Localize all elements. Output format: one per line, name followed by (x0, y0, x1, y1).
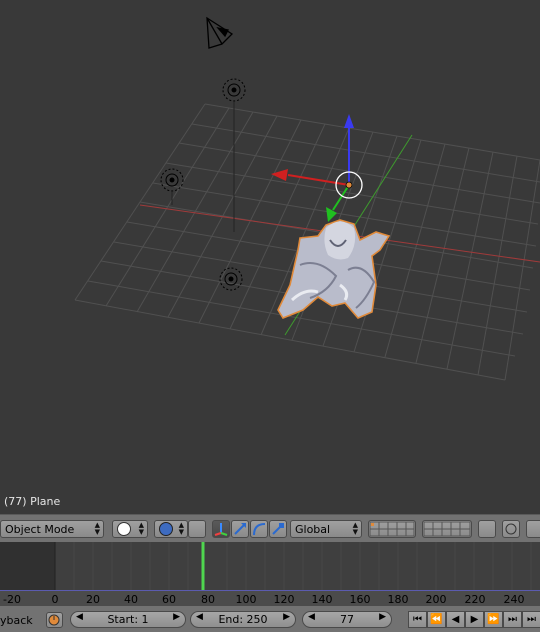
auto-keyframe-icon[interactable] (46, 612, 63, 628)
ruler-tick-label: 220 (464, 593, 486, 606)
scale-manipulator-icon[interactable] (269, 520, 287, 538)
ruler-tick-label: 80 (201, 593, 215, 606)
prev-keyframe-icon: ⏪ (430, 614, 443, 625)
timeline-track (0, 542, 532, 590)
ruler-tick-label: 200 (425, 593, 447, 606)
lamp-icon[interactable] (219, 267, 243, 291)
updown-arrows-icon: ▲ ▼ (138, 521, 144, 536)
timeline-area[interactable] (0, 542, 540, 590)
arrow-right-icon[interactable]: ▶ (283, 612, 290, 622)
ruler-tick-label: 160 (349, 593, 371, 606)
layers-grid-icon (369, 521, 415, 537)
mode-selector-label: Object Mode (5, 522, 75, 536)
proportional-edit-icon[interactable] (502, 520, 520, 538)
ruler-tick-label: 120 (273, 593, 295, 606)
transform-manipulator-icon[interactable] (271, 114, 363, 222)
orientation-selector[interactable]: Global ▲ ▼ (290, 520, 362, 538)
rotate-manipulator-icon[interactable] (250, 520, 268, 538)
arc-icon (253, 523, 266, 536)
mode-selector[interactable]: Object Mode ▲ ▼ (0, 520, 104, 538)
jump-to-end-button[interactable]: ⏭ (503, 611, 522, 628)
pivot-point-selector[interactable]: ▲ ▼ (154, 520, 188, 538)
timeline-footer: yback ◀ Start: 1 ▶ ◀ End: 250 ▶ ◀ 77 ▶ ⏮… (0, 606, 540, 632)
ruler-tick-label: -20 (3, 593, 21, 606)
translate-manipulator-icon[interactable] (231, 520, 249, 538)
marker-icon: ⏭ (527, 614, 536, 625)
arrow-left-icon[interactable]: ◀ (308, 612, 315, 622)
orientation-selector-label: Global (295, 522, 331, 536)
viewport-header: Object Mode ▲ ▼ ▲ ▼ ▲ ▼ Global ▲ ▼ (0, 514, 540, 542)
next-keyframe-icon: ⏩ (487, 614, 500, 625)
arrow-left-icon[interactable]: ◀ (76, 612, 83, 622)
layer-lock-icon[interactable] (478, 520, 496, 538)
ruler-tick-label: 20 (86, 593, 100, 606)
prev-keyframe-button[interactable]: ⏪ (427, 611, 446, 628)
viewport-scene (74, 16, 540, 381)
layer-buttons-2[interactable] (422, 520, 472, 538)
end-frame-field[interactable]: ◀ End: 250 ▶ (190, 611, 296, 628)
next-keyframe-button[interactable]: ⏩ (484, 611, 503, 628)
play-reverse-icon: ◀ (451, 614, 460, 625)
ruler-tick-label: 60 (162, 593, 176, 606)
play-reverse-button[interactable]: ◀ (446, 611, 465, 628)
ruler-tick-label: 240 (503, 593, 525, 606)
circle-icon (505, 523, 517, 535)
updown-arrows-icon: ▲ ▼ (178, 521, 184, 536)
end-frame-label: End: 250 (218, 613, 268, 626)
scale-icon (272, 523, 284, 535)
viewport-shading-selector[interactable]: ▲ ▼ (112, 520, 148, 538)
jump-start-icon: ⏮ (413, 614, 422, 625)
playback-extra-button[interactable]: ⏭ (522, 611, 540, 628)
timeline-ruler[interactable]: -20 0 20 40 60 80 100 120 140 160 180 20… (0, 590, 540, 606)
layers-grid-icon (423, 521, 471, 537)
play-icon: ▶ (470, 614, 479, 625)
viewport-shading-icon (117, 522, 131, 536)
layer-buttons[interactable] (368, 520, 416, 538)
arrow-right-icon[interactable]: ▶ (379, 612, 386, 622)
current-frame-value: 77 (340, 613, 354, 626)
pivot-point-icon (159, 522, 173, 536)
snap-tool-button[interactable] (188, 520, 206, 538)
jump-end-icon: ⏭ (508, 614, 517, 625)
arrow-right-icon[interactable]: ▶ (173, 612, 180, 622)
ruler-tick-label: 180 (387, 593, 409, 606)
ruler-tick-label: 140 (311, 593, 333, 606)
start-frame-label: Start: 1 (107, 613, 149, 626)
arrow-icon (234, 523, 246, 535)
manipulator-toggle-icon[interactable] (212, 520, 230, 538)
updown-arrows-icon: ▲ ▼ (94, 521, 100, 536)
arrow-left-icon[interactable]: ◀ (196, 612, 203, 622)
current-frame-field[interactable]: ◀ 77 ▶ (302, 611, 392, 628)
play-button[interactable]: ▶ (465, 611, 484, 628)
ruler-tick-label: 40 (124, 593, 138, 606)
snap-icon[interactable] (526, 520, 540, 538)
active-object-label: (77) Plane (4, 495, 61, 508)
playback-menu[interactable]: yback (0, 614, 33, 627)
camera-icon[interactable] (206, 16, 234, 49)
3d-viewport[interactable]: (77) Plane (0, 0, 540, 514)
jump-to-start-button[interactable]: ⏮ (408, 611, 427, 628)
ruler-tick-label: 100 (235, 593, 257, 606)
start-frame-field[interactable]: ◀ Start: 1 ▶ (70, 611, 186, 628)
updown-arrows-icon: ▲ ▼ (352, 521, 358, 536)
selected-mesh-object[interactable] (277, 219, 391, 319)
record-icon (48, 614, 60, 626)
ruler-tick-label: 0 (51, 593, 59, 606)
manipulator-axes-icon (214, 523, 228, 536)
